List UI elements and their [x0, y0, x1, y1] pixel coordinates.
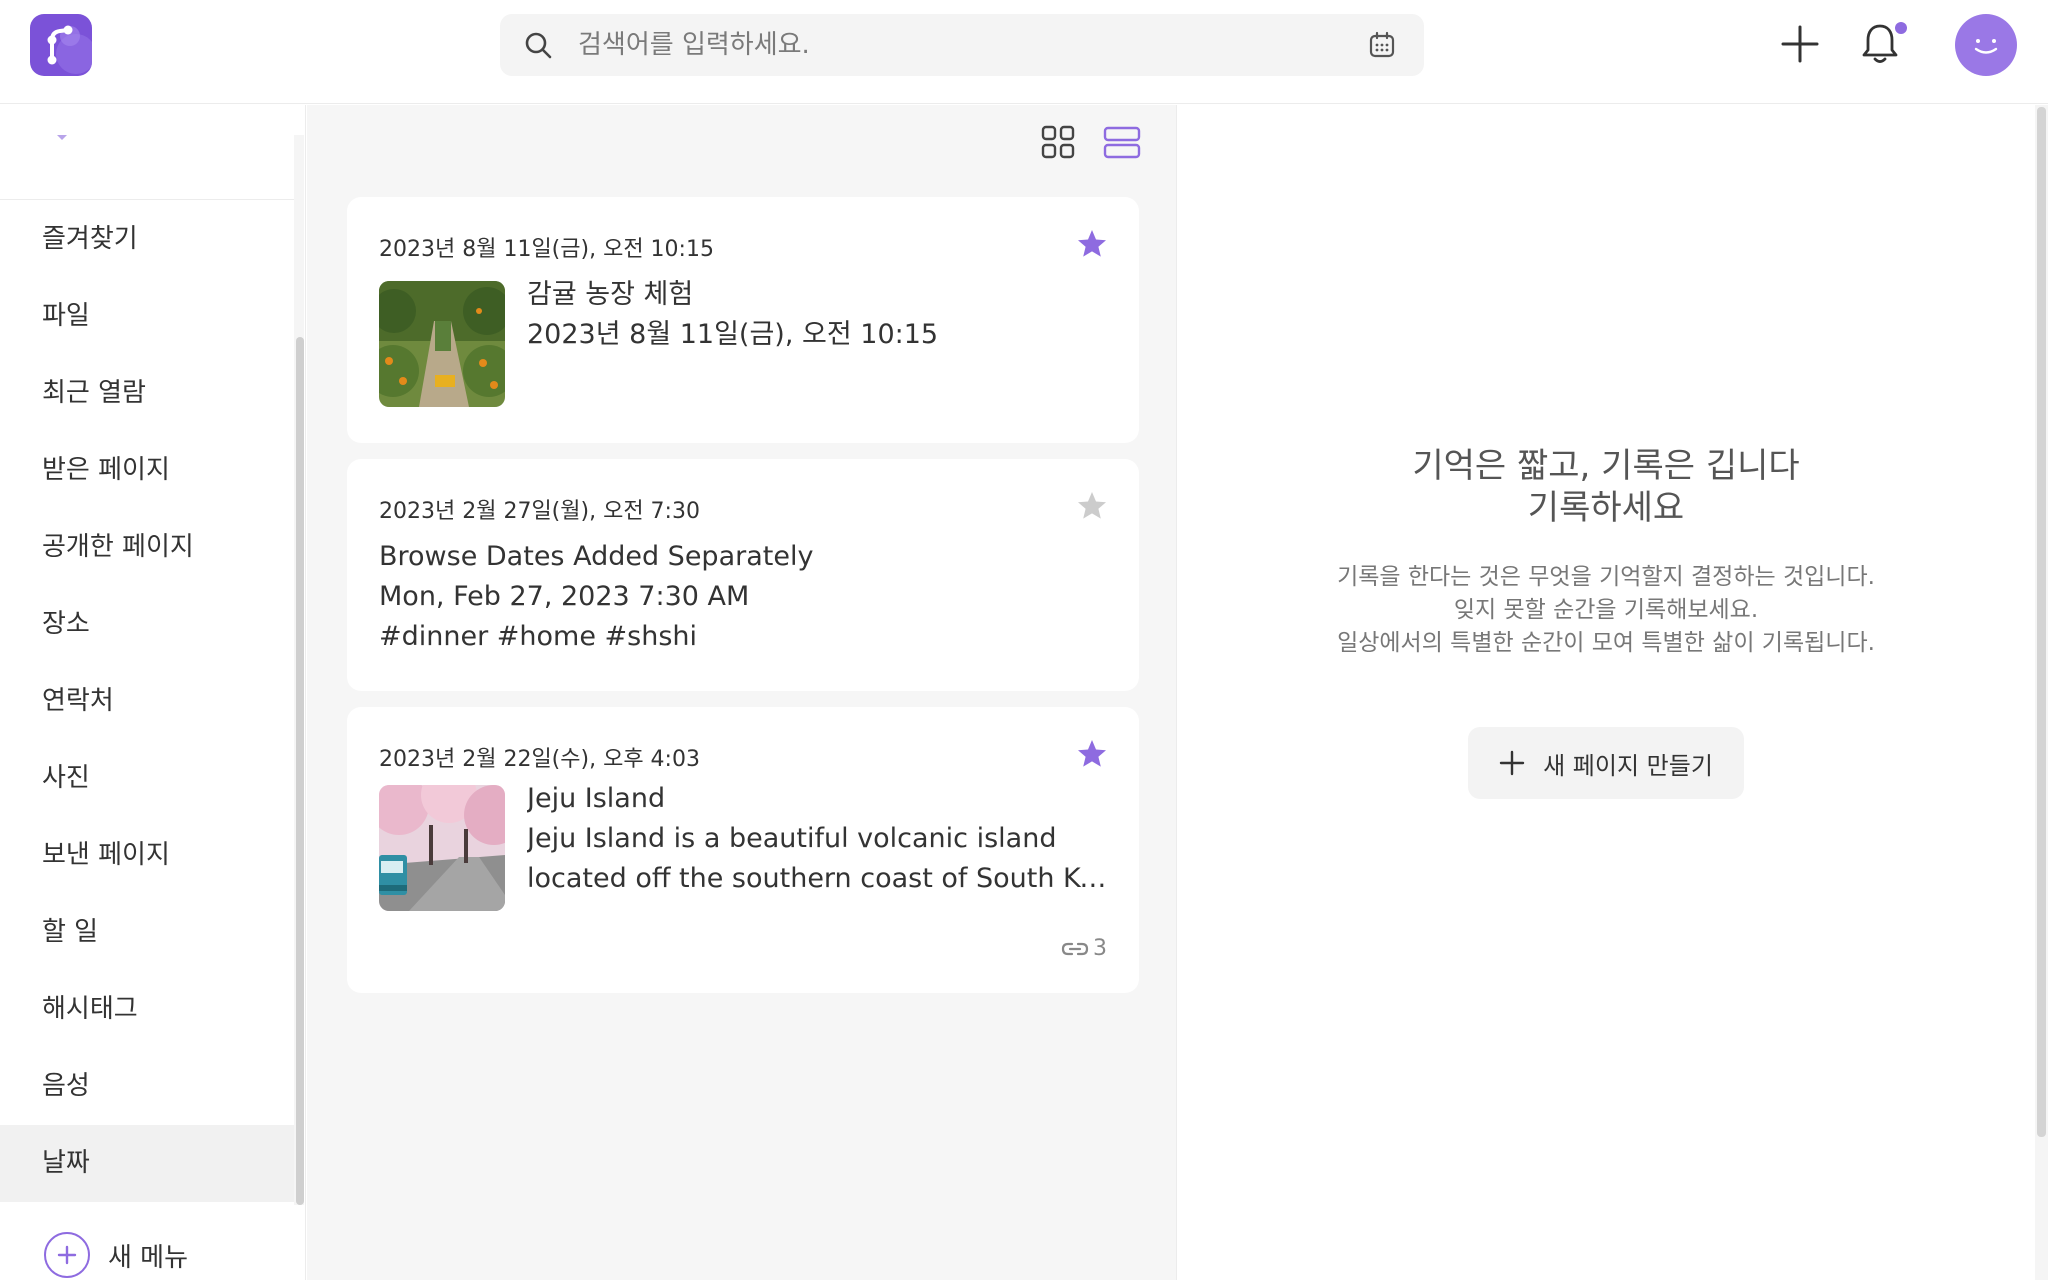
link-count: 3: [1061, 936, 1107, 961]
detail-scroll-thumb[interactable]: [2037, 107, 2046, 1137]
card-date: 2023년 8월 11일(금), 오전 10:15: [379, 237, 714, 262]
sidebar-item-favorites[interactable]: 즐겨찾기: [0, 201, 296, 278]
card-hashtags: #dinner #home #shshi: [379, 621, 698, 652]
search-bar[interactable]: [500, 14, 1424, 76]
link-count-value: 3: [1093, 936, 1107, 961]
page-card[interactable]: 2023년 8월 11일(금), 오전 10:15 감귤 농장 체험 2023년…: [347, 197, 1139, 443]
card-line: Jeju Island is a beautiful volcanic isla…: [527, 823, 1057, 854]
sidebar-item-hashtags[interactable]: 해시태그: [0, 971, 296, 1048]
add-icon[interactable]: [1780, 24, 1820, 64]
plus-icon: [1499, 750, 1525, 776]
card-title: Jeju Island: [527, 783, 666, 814]
card-date: 2023년 2월 22일(수), 오후 4:03: [379, 747, 700, 772]
avatar[interactable]: [1955, 14, 2017, 76]
logo-icon: [47, 25, 92, 74]
card-line: Mon, Feb 27, 2023 7:30 AM: [379, 581, 750, 612]
empty-desc-line: 기록을 한다는 것은 무엇을 기억할지 결정하는 것입니다.: [1337, 564, 1875, 590]
empty-state-title: 기억은 짧고, 기록은 깁니다 기록하세요: [1178, 445, 2034, 529]
sidebar-item-places[interactable]: 장소: [0, 586, 296, 663]
empty-title-line: 기록하세요: [1527, 488, 1685, 528]
card-title: 감귤 농장 체험: [527, 279, 694, 310]
sidebar-menu: 즐겨찾기 파일 최근 열람 받은 페이지 공개한 페이지 장소 연락처 사진 보…: [0, 201, 296, 1202]
calendar-icon[interactable]: [1368, 31, 1396, 59]
empty-title-line: 기억은 짧고, 기록은 깁니다: [1412, 446, 1800, 486]
orchard-image: [379, 281, 505, 407]
plus-circle-icon: [44, 1232, 90, 1278]
page-list-panel: 2023년 8월 11일(금), 오전 10:15 감귤 농장 체험 2023년…: [307, 105, 1177, 1280]
new-menu-label: 새 메뉴: [108, 1242, 189, 1273]
app-header: [0, 0, 2048, 104]
new-page-button-label: 새 페이지 만들기: [1543, 751, 1713, 780]
sidebar-item-public[interactable]: 공개한 페이지: [0, 509, 296, 586]
sidebar-item-contacts[interactable]: 연락처: [0, 663, 296, 740]
link-icon: [1061, 942, 1089, 955]
sidebar-divider: [0, 199, 296, 200]
search-input[interactable]: [578, 22, 1338, 68]
bell-icon[interactable]: [1860, 22, 1900, 66]
list-view-icon[interactable]: [1103, 125, 1141, 159]
page-card[interactable]: 2023년 2월 27일(월), 오전 7:30 Browse Dates Ad…: [347, 459, 1139, 691]
sidebar-item-recent[interactable]: 최근 열람: [0, 355, 296, 432]
search-icon: [525, 32, 552, 59]
card-line: 2023년 8월 11일(금), 오전 10:15: [527, 319, 939, 350]
empty-state-description: 기록을 한다는 것은 무엇을 기억할지 결정하는 것입니다. 잊지 못할 순간을…: [1178, 561, 2034, 660]
card-date: 2023년 2월 27일(월), 오전 7:30: [379, 499, 700, 524]
sidebar-item-voice[interactable]: 음성: [0, 1048, 296, 1125]
card-content: Browse Dates Added Separately Mon, Feb 2…: [379, 537, 1109, 657]
sidebar-item-photos[interactable]: 사진: [0, 740, 296, 817]
empty-desc-line: 잊지 못할 순간을 기록해보세요.: [1453, 597, 1759, 623]
card-line: located off the southern coast of South …: [527, 863, 1107, 894]
smile-face-icon: [1974, 39, 1998, 54]
card-thumbnail: [379, 281, 505, 407]
star-icon[interactable]: [1075, 227, 1109, 261]
empty-desc-line: 일상에서의 특별한 순간이 모여 특별한 삶이 기록됩니다.: [1337, 630, 1875, 656]
card-thumbnail: [379, 785, 505, 911]
new-page-button[interactable]: 새 페이지 만들기: [1468, 727, 1744, 799]
cherry-blossom-road-image: [379, 785, 505, 911]
app-logo[interactable]: [30, 14, 92, 76]
grid-view-icon[interactable]: [1041, 125, 1075, 159]
new-menu-button[interactable]: 새 메뉴: [44, 1227, 188, 1283]
notification-dot: [1895, 22, 1907, 34]
sidebar-item-sent[interactable]: 보낸 페이지: [0, 817, 296, 894]
card-title: Browse Dates Added Separately: [379, 541, 814, 572]
sidebar: 즐겨찾기 파일 최근 열람 받은 페이지 공개한 페이지 장소 연락처 사진 보…: [0, 105, 306, 1280]
detail-panel: 기억은 짧고, 기록은 깁니다 기록하세요 기록을 한다는 것은 무엇을 기억할…: [1178, 105, 2048, 1280]
card-content: 감귤 농장 체험 2023년 8월 11일(금), 오전 10:15: [527, 275, 1107, 355]
caret-down-icon[interactable]: [55, 133, 69, 143]
sidebar-item-todo[interactable]: 할 일: [0, 894, 296, 971]
page-card[interactable]: 2023년 2월 22일(수), 오후 4:03 Jeju Island Jej…: [347, 707, 1139, 993]
sidebar-item-dates[interactable]: 날짜: [0, 1125, 296, 1202]
sidebar-item-received[interactable]: 받은 페이지: [0, 432, 296, 509]
star-icon[interactable]: [1075, 737, 1109, 771]
star-icon[interactable]: [1075, 489, 1109, 523]
sidebar-item-files[interactable]: 파일: [0, 278, 296, 355]
sidebar-scroll-thumb[interactable]: [296, 337, 304, 1205]
card-content: Jeju Island Jeju Island is a beautiful v…: [527, 779, 1107, 899]
